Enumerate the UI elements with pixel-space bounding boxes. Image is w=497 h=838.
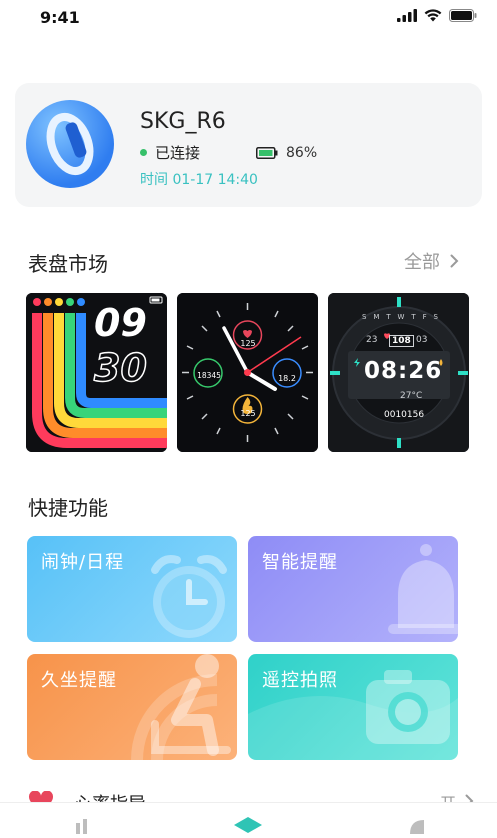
device-battery: 86% [256, 145, 317, 161]
watch-face-1[interactable]: 09 30 [26, 293, 167, 452]
sedentary-reminder-tile[interactable]: 久坐提醒 [27, 654, 237, 760]
device-name: SKG_R6 [140, 109, 226, 134]
face-3-day: T [411, 313, 416, 321]
battery-percentage: 86% [286, 144, 318, 161]
face-2-bottom-value: 125 [240, 409, 256, 418]
bottom-tab-bar [0, 802, 497, 834]
alarm-schedule-tile[interactable]: 闹钟/日程 [27, 536, 237, 642]
smart-reminder-label: 智能提醒 [262, 552, 338, 573]
face-3-top-mid: 108 [389, 335, 414, 347]
face-1-minute: 30 [93, 345, 147, 391]
device-battery-icon [256, 146, 278, 159]
face-2-left-value: 18345 [197, 371, 221, 380]
face-1-hour: 09 [94, 301, 147, 345]
connection-status: 已连接 [155, 144, 201, 162]
face-3-day: S [362, 313, 367, 321]
watch-face-3[interactable]: S M T W T F S 23 108 03 08:26 27°C 00101… [328, 293, 469, 452]
face-3-day: M [373, 313, 380, 321]
tab-device[interactable] [232, 815, 264, 834]
device-card[interactable]: SKG_R6 已连接 86% 时间 01-17 14:40 [15, 83, 482, 207]
bar-chart-icon [76, 819, 87, 834]
face-3-top-right: 03 [416, 335, 428, 345]
cellular-signal-icon [397, 9, 417, 22]
face-3-day: F [422, 313, 427, 321]
face-3-day: S [433, 313, 438, 321]
face-3-time: 08:26 [364, 358, 443, 384]
see-all-link[interactable]: 全部 [404, 248, 459, 274]
face-3-day: T [386, 313, 391, 321]
connection-row: 已连接 86% [140, 142, 317, 163]
battery-status-icon [449, 9, 477, 22]
face-3-temp: 27°C [400, 391, 423, 401]
wifi-icon [424, 9, 442, 22]
status-icons [397, 9, 477, 22]
face-3-days: S M T W T F S [362, 313, 438, 321]
quick-functions-title: 快捷功能 [28, 496, 108, 520]
remote-camera-label: 遥控拍照 [262, 670, 338, 691]
tab-profile[interactable] [406, 817, 428, 834]
watch-market-title: 表盘市场 [28, 252, 108, 276]
watch-face-list: 09 30 125 18345 18.2 125 S M T W T F S 2… [26, 293, 470, 452]
alarm-schedule-label: 闹钟/日程 [41, 552, 125, 573]
smart-reminder-tile[interactable]: 智能提醒 [248, 536, 458, 642]
tab-data[interactable] [74, 817, 94, 834]
face-3-steps: 0010156 [384, 410, 425, 420]
status-bar: 9:41 [0, 0, 497, 36]
watch-face-2[interactable]: 125 18345 18.2 125 [177, 293, 318, 452]
face-2-right-value: 18.2 [278, 374, 296, 383]
device-tab-icon [234, 817, 262, 833]
remote-camera-tile[interactable]: 遥控拍照 [248, 654, 458, 760]
sedentary-reminder-label: 久坐提醒 [41, 670, 117, 691]
device-avatar [26, 100, 114, 188]
status-time: 9:41 [40, 8, 80, 27]
connected-dot-icon [140, 149, 147, 156]
face-3-top-left: 23 [366, 335, 378, 345]
profile-tab-icon [410, 820, 424, 834]
see-all-label: 全部 [404, 252, 440, 273]
sync-timestamp: 时间 01-17 14:40 [140, 172, 258, 188]
face-2-top-value: 125 [240, 339, 256, 348]
face-3-day: W [397, 313, 405, 321]
chevron-right-icon [450, 254, 459, 268]
smart-band-icon [46, 112, 94, 176]
